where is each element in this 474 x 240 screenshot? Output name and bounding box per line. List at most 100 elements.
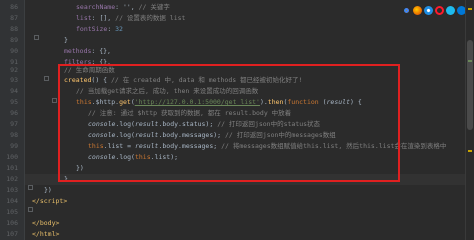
line-number: 88 <box>10 25 18 33</box>
code-token: .$http. <box>91 98 120 106</box>
code-token: > <box>55 219 60 227</box>
code-token: this <box>134 153 151 161</box>
code-token: } <box>64 36 68 44</box>
line-number: 106 <box>6 219 18 227</box>
code-token: ). <box>259 98 268 106</box>
fold-marker-icon[interactable] <box>28 185 33 190</box>
code-token: searchName <box>76 3 116 11</box>
code-token: .list); <box>150 153 179 161</box>
line-number: 86 <box>10 3 18 11</box>
code-token: then <box>267 98 284 106</box>
chrome-icon[interactable] <box>402 6 411 15</box>
code-line[interactable]: console.log(result.body.status); // 打印返回… <box>88 119 464 130</box>
code-line[interactable]: fontSize: 32 <box>76 24 464 35</box>
line-number: 96 <box>10 109 18 117</box>
code-line[interactable]: }) <box>44 185 464 196</box>
code-line[interactable]: methods: {}, <box>64 46 464 57</box>
line-number: 97 <box>10 120 18 128</box>
fold-marker-icon[interactable] <box>52 98 57 103</box>
code-comment: // 当加载get请求之后, 成功, then 来设置成功的回调函数 <box>76 87 259 95</box>
opera-icon[interactable] <box>435 6 444 15</box>
code-token: .log( <box>115 153 135 161</box>
code-token: .list = <box>103 142 135 150</box>
code-comment: // 在 created 中, data 和 methods 都已经被初始化好了… <box>110 76 303 84</box>
line-number: 103 <box>6 186 18 194</box>
firefox-icon[interactable] <box>413 6 422 15</box>
code-token: result <box>134 120 159 128</box>
code-token: created <box>64 76 92 84</box>
code-token: : [], <box>91 14 112 22</box>
current-code-line[interactable]: }, <box>25 174 466 185</box>
code-comment: // 打印返回json中的messages数组 <box>225 131 336 139</box>
code-token: function <box>287 98 319 106</box>
line-number: 104 <box>6 197 18 205</box>
line-number: 107 <box>6 230 18 238</box>
fold-marker-icon[interactable] <box>44 76 49 81</box>
scrollbar-thumb[interactable] <box>467 40 473 130</box>
code-tag: body <box>39 219 56 227</box>
browser-preview-icons <box>402 6 466 15</box>
code-tag: script <box>39 197 64 205</box>
code-token: > <box>63 197 68 205</box>
code-token: get <box>119 98 131 106</box>
code-line[interactable]: // 当加载get请求之后, 成功, then 来设置成功的回调函数 <box>76 86 464 97</box>
line-number: 94 <box>10 87 18 95</box>
warning-marker[interactable] <box>468 8 472 10</box>
line-number: 95 <box>10 98 18 106</box>
code-line[interactable]: // 注意: 通过 $http 获取到的数据, 都在 result.body 中… <box>88 108 464 119</box>
code-token: </ <box>32 230 40 238</box>
code-token: : <box>107 25 116 33</box>
code-token: console <box>88 131 116 139</box>
code-line[interactable]: </script> <box>32 196 464 207</box>
code-token: result <box>134 142 159 150</box>
code-line[interactable]: created() { // 在 created 中, data 和 metho… <box>64 75 464 86</box>
line-number: 87 <box>10 14 18 22</box>
code-token: }, <box>64 175 72 183</box>
code-line[interactable]: }) <box>76 163 464 174</box>
line-number: 93 <box>10 76 18 84</box>
code-token: console <box>88 153 116 161</box>
vertical-scrollbar[interactable] <box>465 0 474 240</box>
line-number: 101 <box>6 164 18 172</box>
code-token: .log( <box>115 131 135 139</box>
fold-marker-icon[interactable] <box>34 35 39 40</box>
fold-marker-icon[interactable] <box>28 207 33 212</box>
code-token: () { <box>91 76 108 84</box>
code-line[interactable]: </html> <box>32 229 464 240</box>
code-token: > <box>55 230 60 238</box>
ie-icon[interactable] <box>446 6 455 15</box>
safari-icon[interactable] <box>424 6 433 15</box>
code-token: result <box>134 131 159 139</box>
code-token: ( <box>318 98 327 106</box>
code-token: fontSize <box>76 25 108 33</box>
code-token: .body.messages; <box>158 142 218 150</box>
code-comment: // 生命周期函数 <box>64 66 115 74</box>
code-line[interactable]: this.$http.get ( 'http://127.0.0.1:5000/ge… <box>76 97 464 108</box>
code-string: 'http://127.0.0.1:5000/get_list' <box>134 98 260 106</box>
code-token: result <box>326 98 350 106</box>
code-comment: // 设置表的数据 list <box>115 14 186 22</box>
code-comment: // 关键字 <box>138 3 170 11</box>
code-token: this <box>88 142 104 150</box>
code-comment: // 注意: 通过 $http 获取到的数据, 都在 result.body 中… <box>88 109 292 117</box>
code-token: methods <box>64 47 92 55</box>
code-token: this <box>76 98 92 106</box>
line-number: 90 <box>10 47 18 55</box>
code-token: list <box>76 14 92 22</box>
code-line[interactable]: } <box>64 35 464 46</box>
code-line[interactable]: console.log(result.body.messages); // 打印… <box>88 130 464 141</box>
code-line[interactable]: console.log(this.list); <box>88 152 464 163</box>
code-comment: // 打印返回json中的status状态 <box>217 120 321 128</box>
code-token: console <box>88 120 116 128</box>
code-line[interactable]: this.list = result.body.messages; // 将me… <box>88 141 464 152</box>
code-token: .log( <box>115 120 135 128</box>
gutter-divider <box>24 0 25 240</box>
code-comment: // 将messages数组赋值给this.list, 然后this.list会… <box>221 142 447 150</box>
code-token: : {}, <box>91 47 111 55</box>
code-line[interactable]: </body> <box>32 218 464 229</box>
change-marker[interactable] <box>468 60 472 62</box>
code-token: </ <box>32 219 40 227</box>
warning-marker[interactable] <box>468 150 472 152</box>
line-number: 105 <box>6 208 18 216</box>
code-token: }) <box>76 164 84 172</box>
